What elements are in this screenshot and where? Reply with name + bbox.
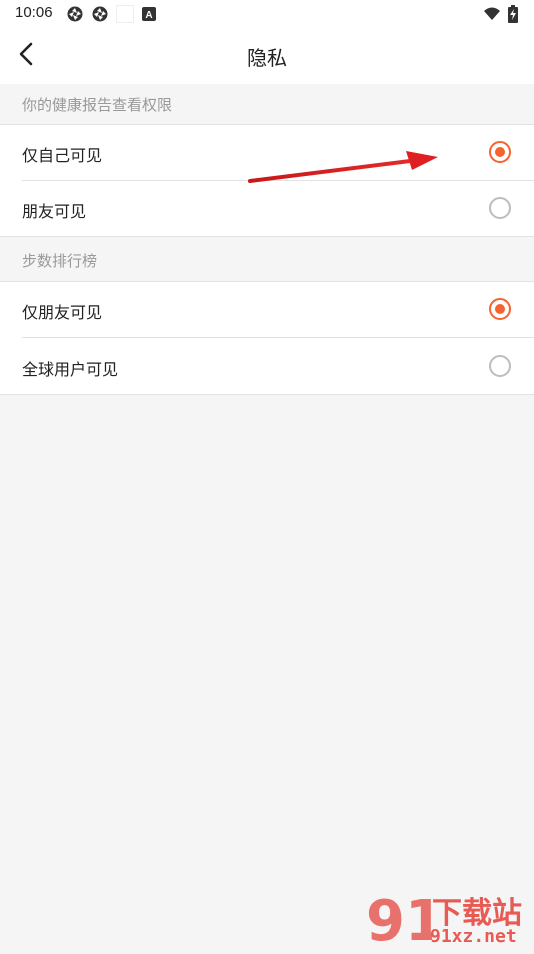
option-label: 仅朋友可见 xyxy=(22,303,103,322)
option-only-me[interactable]: 仅自己可见 xyxy=(0,124,534,180)
blank-notification-icon xyxy=(116,5,134,23)
page-title: 隐私 xyxy=(247,46,287,70)
a-notification-letter: A xyxy=(145,10,152,21)
radio-unselected-icon[interactable] xyxy=(489,197,511,219)
radio-selected-icon[interactable] xyxy=(489,141,511,163)
app-header: 隐私 xyxy=(0,28,534,84)
option-label: 朋友可见 xyxy=(22,202,87,221)
app-notification-icon xyxy=(67,6,83,22)
section-header-health-report: 你的健康报告查看权限 xyxy=(0,84,534,124)
watermark-url-text: 91xz.net xyxy=(430,926,517,947)
status-bar: 10:06 A xyxy=(0,0,534,28)
section-title: 步数排行榜 xyxy=(22,252,98,270)
svg-text:91: 91 xyxy=(366,889,432,950)
option-global-users[interactable]: 全球用户可见 xyxy=(0,337,534,395)
option-friends-only[interactable]: 仅朋友可见 xyxy=(0,281,534,337)
status-time: 10:06 xyxy=(15,4,53,21)
watermark-logo: 91 下载站 91xz.net xyxy=(362,886,534,954)
section-title: 你的健康报告查看权限 xyxy=(22,96,173,114)
wifi-icon xyxy=(484,7,500,20)
app-notification-icon xyxy=(92,6,108,22)
option-label: 全球用户可见 xyxy=(22,360,119,379)
radio-selected-icon[interactable] xyxy=(489,298,511,320)
option-label: 仅自己可见 xyxy=(22,146,103,165)
battery-charging-icon xyxy=(508,5,518,23)
radio-unselected-icon[interactable] xyxy=(489,355,511,377)
option-friends-visible[interactable]: 朋友可见 xyxy=(0,180,534,237)
divider xyxy=(22,337,534,338)
section-header-step-ranking: 步数排行榜 xyxy=(0,238,534,281)
91-logo-icon: 91 xyxy=(366,889,444,954)
divider xyxy=(22,180,534,181)
a-notification-icon: A xyxy=(142,7,156,21)
